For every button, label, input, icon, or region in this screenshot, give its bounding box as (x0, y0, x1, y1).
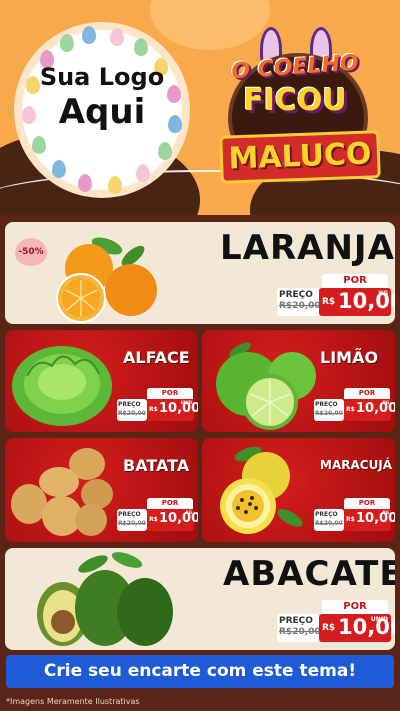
old-price-box: PREÇO R$20,00 (314, 399, 344, 421)
product-name: BATATA (123, 456, 190, 475)
currency: R$ (149, 516, 158, 523)
old-price: R$20,00 (279, 301, 321, 311)
product-name: LARANJA (220, 228, 395, 268)
preco-label: PREÇO (315, 511, 338, 518)
product-name: ALFACE (123, 348, 190, 367)
price-unit: UNID (370, 616, 388, 623)
preco-label: PREÇO (315, 401, 338, 408)
product-card-alface[interactable]: ALFACE POR PREÇO R$20,00 R$ 10,00 UNID (5, 330, 198, 432)
preco-label: PREÇO (118, 511, 141, 518)
new-price-box: R$ 10,00 KG (147, 509, 198, 531)
preco-label: PREÇO (279, 616, 313, 626)
product-name: ABACATE (223, 554, 395, 594)
logo-line1: Sua Logo (39, 63, 165, 91)
new-price-box: R$ 10,00 UNID (319, 614, 395, 642)
product-card-maracuja[interactable]: MARACUJÁ POR PREÇO R$20,00 R$ 10,00 KG (202, 438, 395, 542)
price-box: POR PREÇO R$20,00 R$ 10,00 UNID (117, 388, 198, 424)
egg-icon (134, 38, 148, 56)
product-card-abacate[interactable]: ABACATE POR PREÇO R$20,00 R$ 10,00 UNID (5, 548, 395, 650)
price-unit: KG (378, 290, 388, 297)
price-box: POR PREÇO R$20,00 R$ 10,00 UNID (277, 600, 395, 646)
campaign-title: O COELHO FICOU MALUCO (210, 25, 381, 195)
price-unit: KG (382, 510, 389, 515)
title-line3: MALUCO (219, 130, 381, 184)
old-price-box: PREÇO R$20,00 (277, 288, 321, 316)
por-label: POR (344, 498, 390, 509)
product-card-batata[interactable]: BATATA POR PREÇO R$20,00 R$ 10,00 KG (5, 438, 198, 542)
new-price-box: R$ 10,00 KG (344, 509, 395, 531)
new-price-box: R$ 10,00 KG (319, 288, 395, 316)
price-value: 10,00 (159, 401, 198, 416)
por-label: POR (322, 600, 388, 614)
egg-icon (52, 160, 66, 178)
old-price: R$20,00 (279, 627, 321, 637)
discount-badge: -50% (15, 238, 47, 266)
preco-label: PREÇO (118, 401, 141, 408)
logo-line2: Aqui (58, 92, 146, 132)
price-box: POR PREÇO R$20,00 R$ 10,00 KG (314, 388, 395, 424)
price-unit: KG (185, 510, 192, 515)
potato-image (11, 448, 113, 536)
price-unit: KG (382, 400, 389, 405)
price-box: POR PREÇO R$20,00 R$ 10,00 KG (117, 498, 198, 534)
old-price: R$20,00 (118, 410, 146, 417)
currency: R$ (346, 406, 355, 413)
orange-image (56, 237, 157, 323)
por-label: POR (147, 388, 193, 399)
currency: R$ (322, 623, 336, 633)
product-name: MARACUJÁ (320, 458, 393, 472)
avocado-image (37, 552, 173, 646)
price-unit: UNID (180, 400, 192, 405)
lettuce-image (12, 346, 112, 426)
old-price: R$20,00 (315, 520, 343, 527)
header: Sua Logo Aqui O COELHO FICOU MALUCO (0, 0, 400, 215)
por-label: POR (322, 274, 388, 288)
egg-icon (78, 174, 92, 192)
old-price-box: PREÇO R$20,00 (117, 399, 147, 421)
price-box: POR PREÇO R$20,00 R$ 10,00 KG (277, 274, 395, 320)
price-value: 10,00 (159, 511, 198, 526)
currency: R$ (149, 406, 158, 413)
new-price-box: R$ 10,00 UNID (147, 399, 198, 421)
new-price-box: R$ 10,00 KG (344, 399, 395, 421)
title-line2: FICOU (243, 83, 347, 118)
old-price-box: PREÇO R$20,00 (117, 509, 147, 531)
egg-icon (108, 176, 122, 194)
currency: R$ (346, 516, 355, 523)
cta-banner[interactable]: Crie seu encarte com este tema! (6, 655, 394, 688)
old-price-box: PREÇO R$20,00 (314, 509, 344, 531)
por-label: POR (147, 498, 193, 509)
egg-icon (110, 28, 124, 46)
old-price: R$20,00 (315, 410, 343, 417)
product-card-limao[interactable]: LIMÃO POR PREÇO R$20,00 R$ 10,00 KG (202, 330, 395, 432)
product-card-laranja[interactable]: -50% LARANJA POR PREÇO R$20,00 R$ 10,00 … (5, 222, 395, 324)
por-label: POR (344, 388, 390, 399)
price-box: POR PREÇO R$20,00 R$ 10,00 KG (314, 498, 395, 534)
product-name: LIMÃO (320, 348, 379, 367)
egg-icon (60, 34, 74, 52)
egg-icon (32, 136, 46, 154)
currency: R$ (322, 297, 336, 307)
lime-image (216, 342, 316, 430)
egg-icon (136, 164, 150, 182)
passion-fruit-image (220, 446, 303, 534)
egg-icon (82, 26, 96, 44)
logo-text: Sua Logo Aqui (22, 62, 182, 132)
egg-icon (158, 142, 172, 160)
footnote: *Imagens Meramente Ilustrativas (6, 697, 140, 706)
price-value: 10,00 (356, 511, 395, 526)
old-price-box: PREÇO R$20,00 (277, 614, 321, 642)
old-price: R$20,00 (118, 520, 146, 527)
preco-label: PREÇO (279, 290, 313, 300)
price-value: 10,00 (356, 401, 395, 416)
